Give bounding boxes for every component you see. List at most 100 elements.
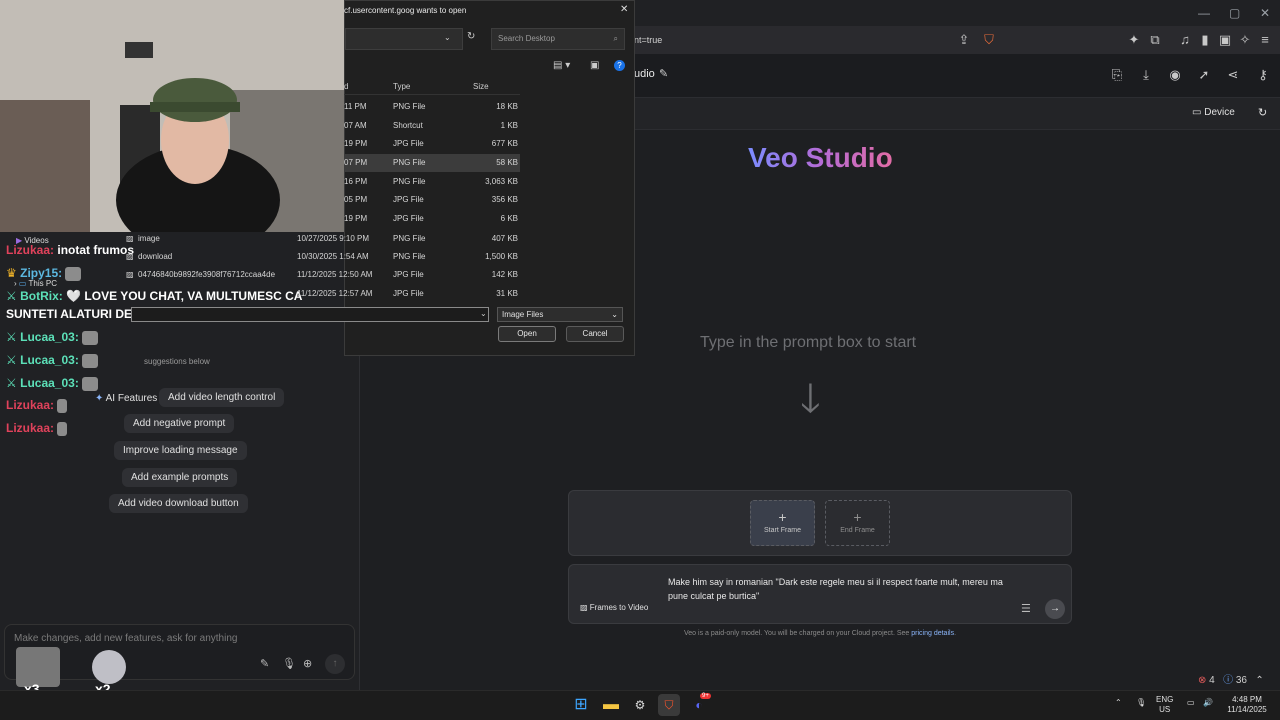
chat-message: ⚔ Lucaa_03:	[6, 376, 99, 391]
search-input[interactable]: Search Desktop ⌕	[491, 28, 625, 50]
suggestion-chip[interactable]: Add negative prompt	[124, 414, 235, 433]
file-row[interactable]: 07 AM Shortcut 1 KB	[344, 117, 520, 135]
pricing-link[interactable]: pricing details	[911, 630, 954, 637]
help-icon[interactable]: ?	[614, 60, 625, 71]
file-type: JPG File	[393, 289, 424, 298]
windows-start-icon[interactable]: ⊞	[570, 694, 592, 716]
dialog-close-icon[interactable]: ✕	[620, 4, 628, 15]
chat-message: Lizukaa:	[6, 398, 68, 413]
language-indicator[interactable]: ENG US	[1156, 695, 1173, 715]
share-app-icon[interactable]: ⋖	[1224, 66, 1242, 84]
nav-label: This PC	[28, 279, 57, 288]
file-row-selected[interactable]: 07 PM PNG File 58 KB	[344, 154, 520, 172]
cancel-button[interactable]: Cancel	[566, 326, 624, 342]
settings-sliders-icon[interactable]: ☰	[1021, 602, 1031, 615]
sword-icon: ⚔	[6, 289, 17, 303]
sword-icon: ⚔	[6, 330, 17, 344]
chevron-down-icon[interactable]: ⌄	[444, 33, 451, 42]
download-icon[interactable]: ⤓	[1137, 66, 1155, 84]
column-size[interactable]: Size	[473, 82, 489, 91]
open-button[interactable]: Open	[498, 326, 556, 342]
save-icon[interactable]: ⎘	[1108, 66, 1126, 84]
file-date: 19 PM	[344, 214, 368, 223]
network-icon[interactable]: ▭	[1187, 698, 1195, 708]
reload-icon[interactable]: ↻	[1258, 106, 1267, 119]
share-icon[interactable]: ⇪	[955, 31, 973, 49]
brave-shield-icon[interactable]: ⛉	[980, 31, 998, 49]
studio-name: udio	[634, 68, 655, 80]
screenshot-icon[interactable]: ⧉	[1146, 31, 1164, 49]
start-frame-button[interactable]: + Start Frame	[750, 500, 815, 546]
send-message-button[interactable]: ↑	[325, 654, 345, 674]
preview-pane-icon[interactable]: ▣	[590, 60, 599, 71]
suggestions-caption: suggestions below	[144, 357, 210, 366]
end-frame-button[interactable]: + End Frame	[825, 500, 890, 546]
composer-input[interactable]: Make changes, add new features, ask for …	[14, 633, 237, 644]
file-row[interactable]: ▨ image 10/27/2025 9:10 PM PNG File 407 …	[120, 230, 520, 248]
frames-panel	[568, 490, 1072, 556]
device-toggle[interactable]: ▭ Device	[1192, 107, 1235, 118]
ai-features-chip[interactable]: ✦ AI Features	[86, 389, 166, 408]
file-row[interactable]: 11/12/2025 12:57 AM JPG File 31 KB	[120, 285, 520, 303]
sword-icon: ⚔	[6, 353, 17, 367]
nav-label: Videos	[24, 236, 49, 245]
info-count: 36	[1235, 675, 1247, 686]
chevron-up-icon[interactable]: ⌃	[1115, 698, 1122, 708]
suggestion-chip[interactable]: Add video download button	[109, 494, 248, 513]
send-button[interactable]: →	[1045, 599, 1065, 619]
suggestion-chip[interactable]: Improve loading message	[114, 441, 247, 460]
settings-app-icon[interactable]: ⚙	[629, 694, 651, 716]
clock[interactable]: 4:48 PM 11/14/2025	[1222, 695, 1272, 715]
microphone-icon[interactable]: 🎙	[282, 657, 296, 670]
file-row[interactable]: 19 PM JPG File 6 KB	[344, 210, 520, 228]
music-icon[interactable]: ♫	[1176, 31, 1194, 49]
add-icon[interactable]: ⊕	[303, 657, 312, 670]
file-explorer-icon[interactable]: ▬	[600, 694, 622, 716]
github-icon[interactable]: ◉	[1166, 66, 1184, 84]
microphone-tray-icon[interactable]: 🎙	[1136, 698, 1146, 708]
magic-wand-icon[interactable]: ✎	[260, 657, 269, 670]
file-name-input[interactable]	[131, 307, 489, 322]
chevron-down-icon[interactable]: ⌄	[480, 309, 487, 318]
volume-icon[interactable]: 🔊	[1203, 698, 1213, 708]
edit-icon[interactable]: ✎	[659, 67, 668, 80]
chevron-up-icon[interactable]: ⌃	[1255, 675, 1263, 686]
deploy-icon[interactable]: ➚	[1195, 66, 1213, 84]
maximize-button[interactable]: ▢	[1229, 6, 1240, 20]
file-list-header: d Type Size	[344, 78, 520, 95]
chat-username: Lucaa_03:	[20, 330, 79, 344]
mode-selector[interactable]: ▨ Frames to Video	[580, 603, 648, 612]
file-row[interactable]: ▨ 04746840b9892fe3908f76712ccaa4de 11/12…	[120, 266, 520, 284]
prompt-input[interactable]: Make him say in romanian "Dark este rege…	[668, 575, 1008, 603]
column-date[interactable]: d	[344, 82, 348, 91]
suggestion-chip[interactable]: Add video length control	[159, 388, 285, 407]
file-date: 19 PM	[344, 139, 368, 148]
view-options-icon[interactable]: ▤ ▾	[553, 60, 570, 71]
suggestion-chip[interactable]: Add example prompts	[122, 468, 238, 487]
wallet-icon[interactable]: ▣	[1216, 31, 1234, 49]
key-icon[interactable]: ⚷	[1254, 66, 1272, 84]
file-type-filter[interactable]: Image Files ⌄	[497, 307, 623, 322]
nav-item-videos[interactable]: ▶ Videos	[16, 236, 49, 245]
refresh-icon[interactable]: ↻	[467, 31, 475, 42]
sidebar-icon[interactable]: ▮	[1196, 31, 1214, 49]
file-row[interactable]: 16 PM PNG File 3,063 KB	[344, 173, 520, 191]
brave-browser-icon[interactable]: ⛉	[658, 694, 680, 716]
file-row[interactable]: 19 PM JPG File 677 KB	[344, 135, 520, 153]
file-row[interactable]: 05 PM JPG File 356 KB	[344, 191, 520, 209]
crown-icon: ♛	[6, 266, 17, 280]
file-row[interactable]: ▨ download 10/30/2025 1:54 AM PNG File 1…	[120, 248, 520, 266]
nav-item-this-pc[interactable]: › ▭ This PC	[14, 279, 57, 288]
file-row[interactable]: 11 PM PNG File 18 KB	[344, 98, 520, 116]
close-window-button[interactable]: ✕	[1260, 6, 1270, 20]
leo-ai-icon[interactable]: ✧	[1236, 31, 1254, 49]
menu-icon[interactable]: ≡	[1256, 31, 1274, 49]
column-type[interactable]: Type	[393, 82, 410, 91]
file-date: 11/12/2025 12:50 AM	[297, 270, 373, 279]
file-type: PNG File	[393, 234, 426, 243]
plus-icon: +	[778, 509, 787, 525]
file-type: PNG File	[393, 102, 426, 111]
extensions-icon[interactable]: ✦	[1125, 31, 1143, 49]
status-badges[interactable]: ⊗ 4 ⓘ 36 ⌃	[1198, 671, 1264, 686]
minimize-button[interactable]: —	[1198, 6, 1210, 20]
